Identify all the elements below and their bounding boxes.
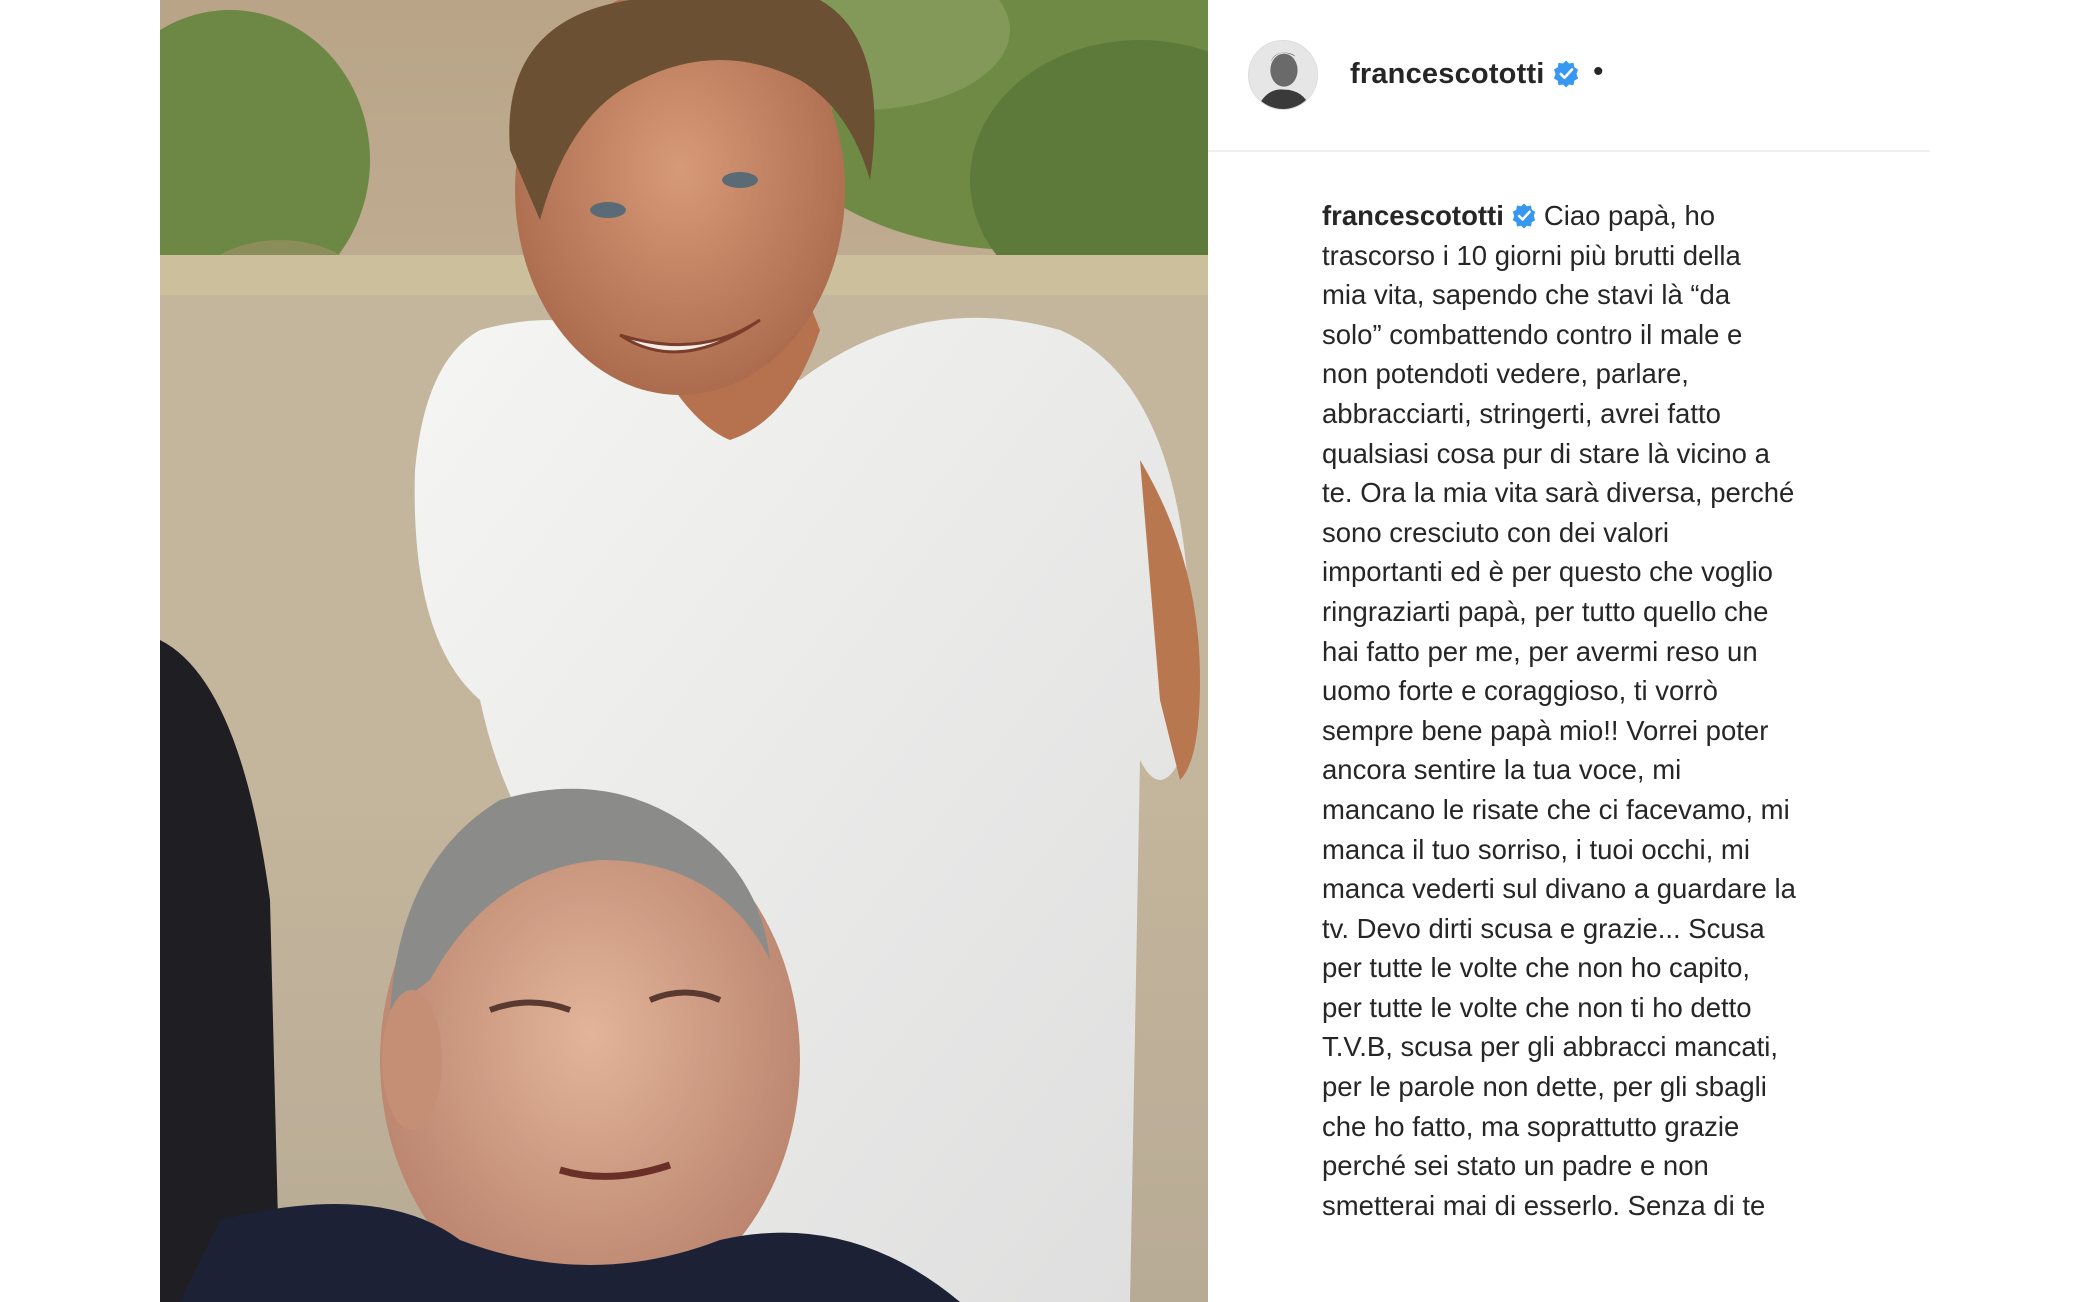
caption-line: per le parole non dette, per gli sbagli — [1322, 1071, 1767, 1103]
post-header: francescototti • — [1208, 0, 1930, 152]
caption-line: per tutte le volte che non ti ho detto — [1322, 991, 1752, 1023]
caption-line: qualsiasi cosa pur di stare là vicino a — [1322, 437, 1770, 469]
header-username-link[interactable]: francescototti — [1350, 56, 1581, 92]
caption-text: Ciao papà, ho — [1543, 200, 1716, 231]
caption-line: ringraziarti papà, per tutto quello che — [1322, 595, 1769, 627]
avatar-photo-icon — [1249, 41, 1317, 109]
caption-line: mancano le risate che ci facevamo, mi — [1322, 793, 1790, 825]
caption-line: manca vederti sul divano a guardare la — [1322, 873, 1796, 905]
caption-line: abbracciarti, stringerti, avrei fatto — [1322, 397, 1721, 429]
header-separator-dot: • — [1593, 55, 1604, 88]
header-username[interactable]: francescototti — [1350, 58, 1545, 90]
caption-line: manca il tuo sorriso, i tuoi occhi, mi — [1322, 833, 1750, 865]
caption-line: uomo forte e coraggioso, ti vorrò — [1322, 675, 1718, 707]
post-caption: francescototti Ciao papà, ho trascorso i… — [1322, 196, 1882, 1225]
caption-line: solo” combattendo contro il male e — [1322, 318, 1743, 350]
caption-username-link[interactable]: francescototti — [1322, 200, 1504, 231]
caption-line: hai fatto per me, per avermi reso un — [1322, 635, 1758, 667]
post-sidebar: francescototti • francescototti Ciao pap… — [1208, 0, 1930, 1302]
profile-avatar[interactable] — [1248, 40, 1318, 110]
verified-badge-icon — [1553, 60, 1578, 88]
instagram-post-view: francescototti • francescototti Ciao pap… — [0, 0, 2080, 1302]
caption-line: tv. Devo dirti scusa e grazie... Scusa — [1322, 912, 1765, 944]
caption-line: ancora sentire la tua voce, mi — [1322, 754, 1682, 786]
caption-line: sempre bene papà mio!! Vorrei poter — [1322, 714, 1769, 746]
caption-line: che ho fatto, ma soprattutto grazie — [1322, 1110, 1740, 1142]
photo-illustration — [160, 0, 1208, 1302]
caption-line: perché sei stato un padre e non — [1322, 1150, 1709, 1182]
caption-line: non potendoti vedere, parlare, — [1322, 358, 1689, 390]
caption-line: per tutte le volte che non ho capito, — [1322, 952, 1751, 984]
caption-line: trascorso i 10 giorni più brutti della — [1322, 239, 1741, 271]
caption-line: T.V.B, scusa per gli abbracci mancati, — [1322, 1031, 1779, 1063]
verified-badge-icon — [1512, 203, 1536, 229]
caption-line: smetterai mai di esserlo. Senza di te — [1322, 1189, 1766, 1221]
post-photo[interactable] — [160, 0, 1208, 1302]
caption-line: importanti ed è per questo che voglio — [1322, 556, 1773, 588]
caption-first-line: francescototti Ciao papà, ho — [1322, 196, 1882, 236]
caption-line: te. Ora la mia vita sarà diversa, perché — [1322, 477, 1795, 509]
caption-line: mia vita, sapendo che stavi là “da — [1322, 279, 1731, 311]
caption-line: sono cresciuto con dei valori — [1322, 516, 1669, 548]
